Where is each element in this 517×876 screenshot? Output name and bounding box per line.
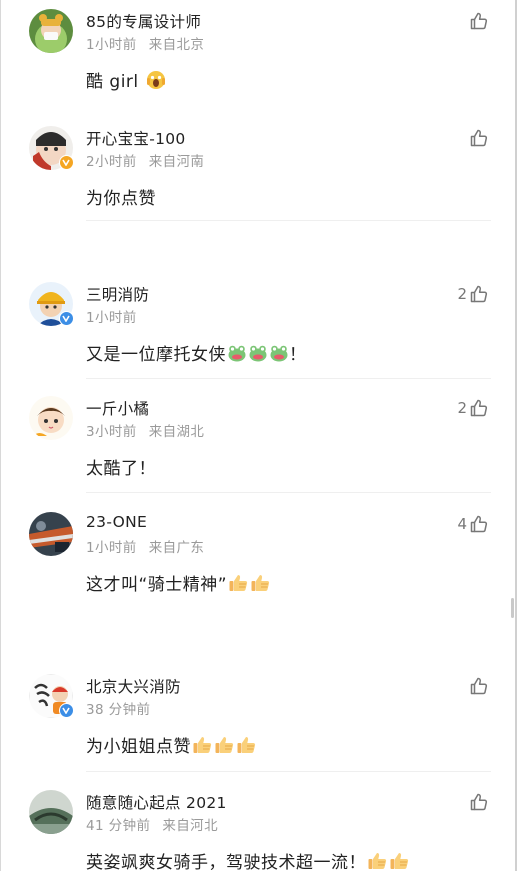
like-button[interactable]: [467, 792, 489, 812]
comment-username[interactable]: 北京大兴消防: [86, 675, 181, 697]
comment-username[interactable]: 85的专属设计师: [86, 10, 201, 32]
comment-divider: [86, 492, 491, 493]
comment-username[interactable]: 随意随心起点 2021: [86, 791, 227, 813]
comment-meta: 1小时前: [86, 306, 137, 326]
like-button[interactable]: [467, 128, 489, 148]
thumbs-up-emoji-icon: [192, 735, 213, 760]
thumbs-up-outline-icon: [470, 793, 488, 811]
comment-username[interactable]: 三明消防: [86, 283, 149, 305]
comment-text: 酷 girl: [86, 67, 166, 95]
thumbs-up-outline-icon: [470, 285, 488, 303]
like-count: 4: [457, 515, 467, 533]
like-button[interactable]: 2: [457, 284, 489, 304]
comment-time: 1小时前: [86, 37, 137, 53]
comment-text-body: 为你点赞: [86, 189, 156, 209]
thumbs-up-outline-icon: [470, 515, 488, 533]
comment-item: 随意随心起点 2021 41 分钟前 来自河北 英姿飒爽女骑手，驾驶技术超一流！: [0, 790, 517, 873]
like-button[interactable]: 2: [457, 398, 489, 418]
comment-text-body: 为小姐姐点赞: [86, 737, 191, 757]
comment-meta: 3小时前 来自湖北: [86, 420, 204, 440]
comment-meta: 2小时前 来自河南: [86, 150, 204, 170]
comment-time: 1小时前: [86, 310, 137, 326]
comment-meta: 1小时前 来自广东: [86, 536, 204, 556]
thumbs-up-outline-icon: [470, 399, 488, 417]
like-count: 2: [457, 285, 467, 303]
frog-emoji-icon: [269, 343, 289, 368]
comment-text-body: 又是一位摩托女侠: [86, 345, 226, 365]
comment-username[interactable]: 23-ONE: [86, 513, 147, 531]
comment-text: 太酷了！: [86, 454, 156, 479]
comment-location: 来自湖北: [148, 424, 205, 440]
comment-location: 来自广东: [148, 540, 205, 556]
comment-time: 3小时前: [86, 424, 137, 440]
comment-location: 来自河北: [162, 818, 218, 834]
comment-divider: [86, 220, 491, 221]
avatar[interactable]: [29, 396, 73, 440]
thumbs-up-emoji-icon: [228, 573, 249, 598]
comment-item: 三明消防 1小时前 又是一位摩托女侠 ！ 2: [0, 282, 517, 382]
comment-username[interactable]: 开心宝宝-100: [86, 127, 186, 149]
comment-text-body: 英姿飒爽女骑手，驾驶技术超一流！: [86, 853, 366, 873]
comment-text: 为你点赞: [86, 184, 156, 209]
frog-emoji-icon: [248, 343, 268, 368]
comment-text-body: 酷 girl: [86, 72, 139, 92]
like-button[interactable]: 4: [457, 514, 489, 534]
avatar[interactable]: [29, 9, 73, 53]
avatar[interactable]: [29, 512, 73, 556]
comment-text-body: 这才叫“骑士精神”: [86, 575, 228, 595]
thumbs-up-emoji-icon: [214, 735, 235, 760]
comment-username[interactable]: 一斤小橘: [86, 397, 149, 419]
comment-text: 这才叫“骑士精神”: [86, 570, 271, 598]
comment-text: 又是一位摩托女侠 ！: [86, 340, 307, 368]
comment-divider: [86, 378, 491, 379]
comment-item: 23-ONE 1小时前 来自广东 这才叫“骑士精神” 4: [0, 512, 517, 612]
thumbs-up-outline-icon: [470, 677, 488, 695]
verified-badge-icon: [59, 703, 74, 718]
comment-meta: 41 分钟前 来自河北: [86, 814, 218, 834]
verified-badge-icon: [59, 311, 74, 326]
comment-item: 北京大兴消防 38 分钟前 为小姐姐点赞: [0, 674, 517, 774]
comment-text-body: 太酷了！: [86, 459, 156, 479]
comment-location: 来自北京: [148, 37, 205, 53]
like-count: 2: [457, 399, 467, 417]
avatar[interactable]: [29, 790, 73, 834]
comment-time: 41 分钟前: [86, 818, 151, 834]
frog-emoji-icon: [227, 343, 247, 368]
scream-emoji-icon: [146, 70, 166, 95]
comment-divider: [86, 771, 491, 772]
comment-item: 85的专属设计师 1小时前 来自北京 酷 girl: [0, 9, 517, 119]
comment-meta: 38 分钟前: [86, 698, 150, 718]
thumbs-up-emoji-icon: [389, 851, 410, 876]
verified-badge-icon: [59, 155, 74, 170]
comment-item: 一斤小橘 3小时前 来自湖北 太酷了！ 2: [0, 396, 517, 496]
comment-time: 1小时前: [86, 540, 137, 556]
thumbs-up-outline-icon: [470, 12, 488, 30]
thumbs-up-outline-icon: [470, 129, 488, 147]
comment-text-suffix: ！: [289, 345, 307, 365]
comment-text: 为小姐姐点赞: [86, 732, 257, 760]
like-button[interactable]: [467, 11, 489, 31]
comment-time: 38 分钟前: [86, 702, 151, 718]
comment-time: 2小时前: [86, 154, 137, 170]
comment-location: 来自河南: [148, 154, 205, 170]
thumbs-up-emoji-icon: [367, 851, 388, 876]
like-button[interactable]: [467, 676, 489, 696]
comment-meta: 1小时前 来自北京: [86, 33, 204, 53]
thumbs-up-emoji-icon: [236, 735, 257, 760]
thumbs-up-emoji-icon: [250, 573, 271, 598]
comment-text: 英姿飒爽女骑手，驾驶技术超一流！: [86, 848, 410, 876]
